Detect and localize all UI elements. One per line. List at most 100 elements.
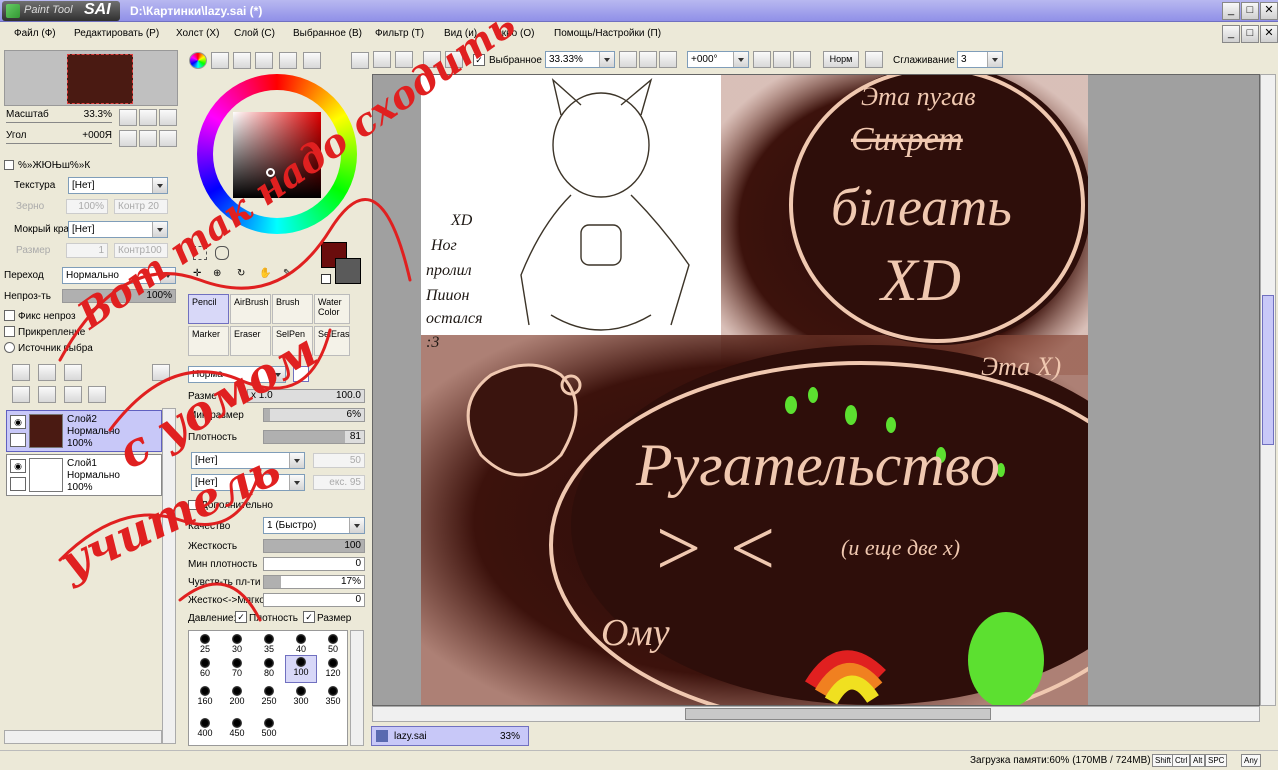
brush-size-cell[interactable]: 30 (221, 633, 253, 655)
tool-watercolor[interactable]: Water Color (314, 294, 350, 324)
eye-icon[interactable]: ◉ (10, 459, 26, 473)
brush-mode-select[interactable]: Норма (188, 366, 286, 383)
menu-help[interactable]: Помощь/Настройки (П) (554, 28, 661, 39)
brush-size-cell[interactable]: 160 (189, 685, 221, 707)
zoom-reset-button[interactable] (159, 109, 177, 126)
rotate-right-button[interactable] (139, 130, 157, 147)
brush-size-cell[interactable]: 250 (253, 685, 285, 707)
normal-view-button[interactable]: Норм (823, 51, 859, 68)
brush-shape-select[interactable]: [Нет] (191, 452, 305, 469)
zoom-tool-icon[interactable]: ⊕ (213, 268, 227, 282)
angle-value[interactable]: +000Я (60, 130, 112, 141)
canvas-rotate-right-button[interactable] (773, 51, 791, 68)
delete-layer-button[interactable] (88, 386, 106, 403)
deselect-button[interactable] (423, 51, 441, 68)
brush-shape-flat-icon[interactable] (311, 366, 327, 382)
undo-button[interactable] (373, 51, 391, 68)
menu-filter[interactable]: Фильтр (Т) (375, 28, 424, 39)
transparent-color-icon[interactable] (321, 274, 331, 284)
zoom-slider[interactable] (6, 122, 112, 123)
layer-row[interactable]: ◉ Слой1 Нормально 100% (6, 454, 162, 496)
menu-layer[interactable]: Слой (С) (234, 28, 275, 39)
wet-size-value[interactable]: 1 (66, 243, 108, 258)
selection-source-radio[interactable] (4, 342, 15, 353)
lasso-tool-icon[interactable] (215, 246, 229, 260)
eyedropper-tool-icon[interactable]: ✎ (283, 268, 297, 282)
brush-size-cell[interactable]: 60 (189, 657, 221, 679)
show-selection-checkbox[interactable]: ✓ (473, 54, 485, 66)
tool-marker[interactable]: Marker (188, 326, 229, 356)
close-button[interactable]: ✕ (1260, 2, 1278, 20)
rotate-left-button[interactable] (119, 130, 137, 147)
transfer-down-button[interactable] (12, 386, 30, 403)
canvas-zoom-out-button[interactable] (619, 51, 637, 68)
grain-value[interactable]: 100% (66, 199, 108, 214)
navigator[interactable] (4, 50, 178, 106)
brush-size-cell[interactable]: 400 (189, 717, 221, 739)
hand-tool-icon[interactable]: ✋ (259, 268, 273, 282)
brush-shape-round-icon[interactable] (293, 366, 309, 382)
hard-soft-slider[interactable]: 0 (263, 593, 365, 607)
collapse-icon[interactable] (4, 160, 14, 170)
scratchpad-tab[interactable] (279, 52, 297, 69)
brush-size-cell[interactable]: 450 (221, 717, 253, 739)
menu-window[interactable]: Окно (О) (494, 28, 534, 39)
wet-contrast-field[interactable]: Контр100 (114, 243, 168, 258)
brush-size-cell[interactable]: 300 (285, 685, 317, 707)
hardness-slider[interactable]: 100 (263, 539, 365, 553)
select-tool-icon[interactable] (193, 246, 207, 260)
move-tool-icon[interactable]: ✛ (193, 268, 207, 282)
doc-minimize-button[interactable]: _ (1222, 25, 1240, 43)
brush-size-cell[interactable]: 70 (221, 657, 253, 679)
brush-shape-value[interactable]: 50 (313, 453, 365, 468)
canvas-angle-select[interactable]: +000° (687, 51, 749, 68)
brush-size-cell[interactable]: 25 (189, 633, 221, 655)
brush-size-cell-selected[interactable]: 100 (285, 655, 317, 683)
document-tab[interactable]: lazy.sai 33% (371, 726, 529, 746)
wet-edge-select[interactable]: [Нет] (68, 221, 168, 238)
pressure-size-checkbox[interactable]: ✓ (303, 611, 315, 623)
texture-select[interactable]: [Нет] (68, 177, 168, 194)
tool-pencil[interactable]: Pencil (188, 294, 229, 324)
advanced-collapse-icon[interactable] (188, 500, 198, 510)
clipping-checkbox[interactable] (4, 326, 15, 337)
hsv-slider-tab[interactable] (233, 52, 251, 69)
tool-eraser[interactable]: Eraser (230, 326, 271, 356)
sensitivity-slider[interactable]: 17% (263, 575, 365, 589)
smoothing-select[interactable]: 3 (957, 51, 1003, 68)
doc-close-button[interactable]: ✕ (1260, 25, 1278, 43)
brush-texture-select[interactable]: [Нет] (191, 474, 305, 491)
doc-restore-button[interactable]: □ (1241, 25, 1259, 43)
pressure-density-checkbox[interactable]: ✓ (235, 611, 247, 623)
eye-icon[interactable]: ◉ (10, 415, 26, 429)
zoom-in-button[interactable] (139, 109, 157, 126)
color-wheel-tab[interactable] (189, 52, 207, 69)
brush-size-cell[interactable]: 200 (221, 685, 253, 707)
new-layer-button[interactable] (12, 364, 30, 381)
navigator-thumbnail[interactable] (67, 54, 133, 104)
zoom-value[interactable]: 33.3% (60, 109, 112, 120)
brush-texture-value[interactable]: екс. 95 (313, 475, 365, 490)
canvas-zoom-reset-button[interactable] (659, 51, 677, 68)
tool-seleras[interactable]: SelEras (314, 326, 350, 356)
new-linework-button[interactable] (38, 364, 56, 381)
tool-selpen[interactable]: SelPen (272, 326, 313, 356)
canvas-hscrollbar[interactable] (372, 706, 1260, 722)
merge-down-button[interactable] (38, 386, 56, 403)
tool-brush[interactable]: Brush (272, 294, 313, 324)
contrast-field[interactable]: Контр 20 (114, 199, 168, 214)
menu-file[interactable]: Файл (Ф) (14, 28, 56, 39)
brush-shape-rect-icon[interactable] (347, 366, 363, 382)
zoom-out-button[interactable] (119, 109, 137, 126)
brush-icon[interactable] (10, 433, 26, 447)
minimize-button[interactable]: _ (1222, 2, 1240, 20)
redo-button[interactable] (395, 51, 413, 68)
brush-grid-scrollbar[interactable] (350, 630, 364, 746)
canvas-vscroll-thumb[interactable] (1262, 295, 1274, 445)
canvas-hscroll-thumb[interactable] (685, 708, 991, 720)
new-folder-button[interactable] (64, 364, 82, 381)
tool-airbrush[interactable]: AirBrush (230, 294, 271, 324)
opacity-slider[interactable]: 100% (62, 289, 176, 303)
canvas-zoom-in-button[interactable] (639, 51, 657, 68)
density-slider[interactable]: 81 (263, 430, 365, 444)
